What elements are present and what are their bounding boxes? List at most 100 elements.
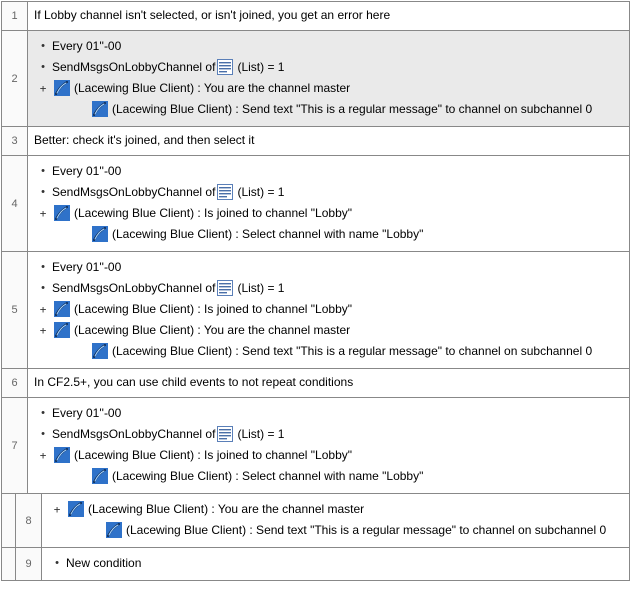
condition-text: (List) = 1 bbox=[237, 185, 284, 199]
bullet-dot-icon: • bbox=[34, 261, 52, 273]
condition-text: (Lacewing Blue Client) : You are the cha… bbox=[74, 323, 350, 337]
condition-text: (List) = 1 bbox=[237, 281, 284, 295]
event-row[interactable]: 4•Every 01''-00•SendMsgsOnLobbyChannel o… bbox=[2, 156, 629, 252]
plus-marker-icon: + bbox=[34, 303, 52, 316]
condition-text: SendMsgsOnLobbyChannel of bbox=[52, 60, 215, 74]
event-content: •Every 01''-00•SendMsgsOnLobbyChannel of… bbox=[28, 156, 629, 251]
action-line[interactable]: (Lacewing Blue Client) : Select channel … bbox=[34, 224, 623, 244]
condition-text: Every 01''-00 bbox=[52, 406, 121, 420]
bullet-dot-icon: • bbox=[34, 407, 52, 419]
condition-text: (Lacewing Blue Client) : You are the cha… bbox=[88, 502, 364, 516]
event-row[interactable]: 7•Every 01''-00•SendMsgsOnLobbyChannel o… bbox=[2, 398, 629, 494]
event-number[interactable]: 7 bbox=[2, 398, 28, 493]
event-number[interactable]: 4 bbox=[2, 156, 28, 251]
condition-text: SendMsgsOnLobbyChannel of bbox=[52, 185, 215, 199]
plus-marker-icon: + bbox=[34, 207, 52, 220]
condition-line-add[interactable]: + (Lacewing Blue Client) : You are the ch… bbox=[34, 320, 623, 340]
action-line[interactable]: (Lacewing Blue Client) : Send text "This… bbox=[48, 520, 623, 540]
lacewing-client-icon bbox=[106, 522, 122, 538]
action-text: (Lacewing Blue Client) : Select channel … bbox=[112, 469, 423, 483]
lacewing-client-icon bbox=[54, 447, 70, 463]
lacewing-client-icon bbox=[54, 301, 70, 317]
event-row[interactable]: 9 •New condition bbox=[2, 548, 629, 580]
event-row[interactable]: 3 Better: check it's joined, and then sel… bbox=[2, 127, 629, 156]
plus-marker-icon: + bbox=[34, 324, 52, 337]
condition-text: Every 01''-00 bbox=[52, 260, 121, 274]
condition-text: (List) = 1 bbox=[237, 427, 284, 441]
condition-line[interactable]: •SendMsgsOnLobbyChannel of (List) = 1 bbox=[34, 182, 623, 202]
condition-line[interactable]: •Every 01''-00 bbox=[34, 257, 623, 277]
list-object-icon bbox=[217, 426, 233, 442]
event-content: Better: check it's joined, and then sele… bbox=[28, 127, 629, 155]
condition-line[interactable]: •New condition bbox=[48, 553, 623, 573]
lacewing-client-icon bbox=[54, 80, 70, 96]
list-object-icon bbox=[217, 59, 233, 75]
condition-line[interactable]: •SendMsgsOnLobbyChannel of (List) = 1 bbox=[34, 424, 623, 444]
bullet-dot-icon: • bbox=[48, 557, 66, 569]
action-line[interactable]: (Lacewing Blue Client) : Select channel … bbox=[34, 466, 623, 486]
list-object-icon bbox=[217, 280, 233, 296]
event-row[interactable]: 5•Every 01''-00•SendMsgsOnLobbyChannel o… bbox=[2, 252, 629, 369]
condition-line[interactable]: •Every 01''-00 bbox=[34, 403, 623, 423]
condition-line-add[interactable]: + (Lacewing Blue Client) : Is joined to c… bbox=[34, 299, 623, 319]
comment-text[interactable]: In CF2.5+, you can use child events to n… bbox=[34, 373, 623, 391]
event-content: If Lobby channel isn't selected, or isn'… bbox=[28, 2, 629, 30]
event-row[interactable]: 8 + (Lacewing Blue Client) : You are the c… bbox=[2, 494, 629, 548]
action-text: (Lacewing Blue Client) : Send text "This… bbox=[112, 344, 592, 358]
event-number[interactable]: 8 bbox=[16, 494, 42, 547]
condition-line[interactable]: •Every 01''-00 bbox=[34, 161, 623, 181]
condition-text: SendMsgsOnLobbyChannel of bbox=[52, 281, 215, 295]
event-content: + (Lacewing Blue Client) : You are the ch… bbox=[42, 494, 629, 547]
condition-text: SendMsgsOnLobbyChannel of bbox=[52, 427, 215, 441]
condition-line-add[interactable]: +(Lacewing Blue Client) : Is joined to c… bbox=[34, 203, 623, 223]
condition-text: Every 01''-00 bbox=[52, 39, 121, 53]
event-content: •Every 01''-00•SendMsgsOnLobbyChannel of… bbox=[28, 398, 629, 493]
plus-marker-icon: + bbox=[34, 449, 52, 462]
comment-text[interactable]: If Lobby channel isn't selected, or isn'… bbox=[34, 6, 623, 24]
plus-marker-icon: + bbox=[48, 503, 66, 516]
condition-text: New condition bbox=[66, 556, 141, 570]
condition-text: (Lacewing Blue Client) : Is joined to ch… bbox=[74, 448, 352, 462]
lacewing-client-icon bbox=[92, 226, 108, 242]
condition-line[interactable]: •Every 01''-00 bbox=[34, 36, 623, 56]
event-number[interactable]: 5 bbox=[2, 252, 28, 368]
condition-text: (List) = 1 bbox=[237, 60, 284, 74]
condition-line-add[interactable]: +(Lacewing Blue Client) : You are the ch… bbox=[34, 78, 623, 98]
event-number[interactable]: 6 bbox=[2, 369, 28, 397]
event-number[interactable]: 2 bbox=[2, 31, 28, 126]
event-content: •Every 01''-00•SendMsgsOnLobbyChannel of… bbox=[28, 31, 629, 126]
condition-text: (Lacewing Blue Client) : Is joined to ch… bbox=[74, 302, 352, 316]
lacewing-client-icon bbox=[54, 205, 70, 221]
bullet-dot-icon: • bbox=[34, 428, 52, 440]
list-object-icon bbox=[217, 184, 233, 200]
event-number[interactable]: 3 bbox=[2, 127, 28, 155]
action-line[interactable]: (Lacewing Blue Client) : Send text "This… bbox=[34, 99, 623, 119]
plus-marker-icon: + bbox=[34, 82, 52, 95]
event-row[interactable]: 1 If Lobby channel isn't selected, or isn… bbox=[2, 2, 629, 31]
child-indent-spacer bbox=[2, 548, 16, 580]
action-text: (Lacewing Blue Client) : Select channel … bbox=[112, 227, 423, 241]
bullet-dot-icon: • bbox=[34, 40, 52, 52]
event-content: •Every 01''-00•SendMsgsOnLobbyChannel of… bbox=[28, 252, 629, 368]
comment-text[interactable]: Better: check it's joined, and then sele… bbox=[34, 131, 623, 149]
bullet-dot-icon: • bbox=[34, 61, 52, 73]
condition-line[interactable]: •SendMsgsOnLobbyChannel of (List) = 1 bbox=[34, 278, 623, 298]
event-number[interactable]: 9 bbox=[16, 548, 42, 580]
event-row[interactable]: 6 In CF2.5+, you can use child events to … bbox=[2, 369, 629, 398]
lacewing-client-icon bbox=[54, 322, 70, 338]
condition-line-add[interactable]: + (Lacewing Blue Client) : You are the ch… bbox=[48, 499, 623, 519]
condition-line[interactable]: •SendMsgsOnLobbyChannel of (List) = 1 bbox=[34, 57, 623, 77]
condition-line-add[interactable]: + (Lacewing Blue Client) : Is joined to c… bbox=[34, 445, 623, 465]
event-number[interactable]: 1 bbox=[2, 2, 28, 30]
event-content: In CF2.5+, you can use child events to n… bbox=[28, 369, 629, 397]
action-text: (Lacewing Blue Client) : Send text "This… bbox=[126, 523, 606, 537]
bullet-dot-icon: • bbox=[34, 282, 52, 294]
bullet-dot-icon: • bbox=[34, 186, 52, 198]
lacewing-client-icon bbox=[92, 468, 108, 484]
lacewing-client-icon bbox=[92, 101, 108, 117]
action-line[interactable]: (Lacewing Blue Client) : Send text "This… bbox=[34, 341, 623, 361]
action-text: (Lacewing Blue Client) : Send text "This… bbox=[112, 102, 592, 116]
event-row[interactable]: 2•Every 01''-00•SendMsgsOnLobbyChannel o… bbox=[2, 31, 629, 127]
child-indent-spacer bbox=[2, 494, 16, 547]
condition-text: Every 01''-00 bbox=[52, 164, 121, 178]
